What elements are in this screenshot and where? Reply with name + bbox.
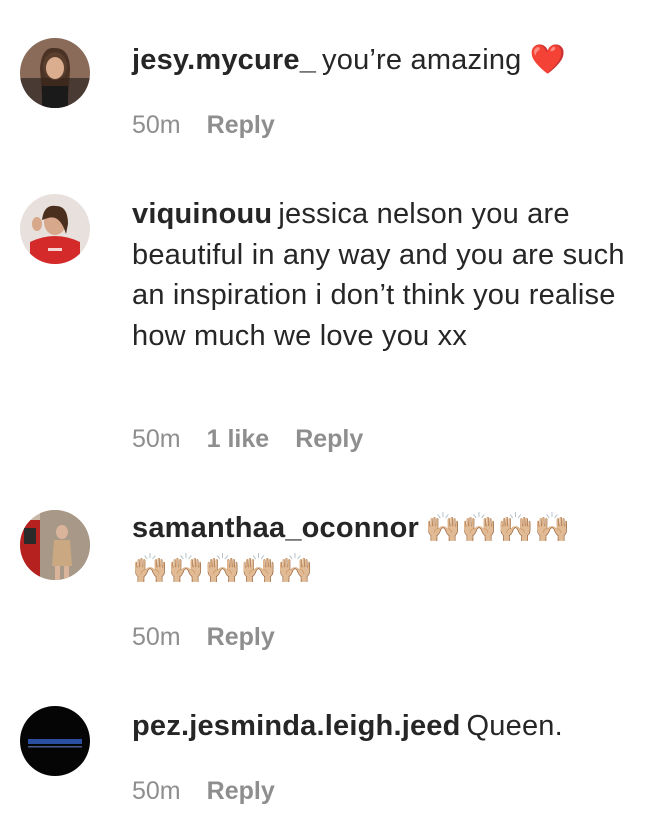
comment-time: 50m	[132, 777, 181, 805]
reply-button[interactable]: Reply	[295, 425, 363, 453]
comment-meta: 50m Reply	[132, 110, 301, 140]
comment-meta: 50m Reply	[132, 776, 301, 806]
raised-hands-emoji: 🙌🏼🙌🏼🙌🏼🙌🏼🙌🏼	[132, 552, 314, 585]
comment-username[interactable]: jesy.mycure_	[132, 44, 316, 76]
reply-button[interactable]: Reply	[207, 777, 275, 805]
comment-meta: 50m 1 like Reply	[132, 424, 389, 454]
avatar[interactable]	[20, 706, 90, 776]
avatar[interactable]	[20, 38, 90, 108]
comment-body: jesy.mycure_ you’re amazing ❤️	[132, 40, 632, 81]
comment-body: pez.jesminda.leigh.jeed Queen.	[132, 706, 632, 747]
raised-hands-emoji: 🙌🏼🙌🏼🙌🏼🙌🏼	[425, 512, 571, 544]
comment-text: you’re amazing	[322, 44, 522, 76]
avatar[interactable]	[20, 194, 90, 264]
comment-username[interactable]: pez.jesminda.leigh.jeed	[132, 710, 461, 742]
comment-time: 50m	[132, 111, 181, 139]
comment-username[interactable]: viquinouu	[132, 198, 272, 230]
avatar[interactable]	[20, 510, 90, 580]
like-count[interactable]: 1 like	[207, 425, 270, 453]
comment-text: Queen.	[466, 710, 563, 742]
heart-emoji: ❤️	[529, 44, 567, 76]
comment-body: samanthaa_oconnor 🙌🏼🙌🏼🙌🏼🙌🏼 🙌🏼🙌🏼🙌🏼🙌🏼🙌🏼	[132, 508, 632, 589]
reply-button[interactable]: Reply	[207, 623, 275, 651]
reply-button[interactable]: Reply	[207, 111, 275, 139]
comment-time: 50m	[132, 623, 181, 651]
comment-username[interactable]: samanthaa_oconnor	[132, 512, 419, 544]
comment-body: viquinouu jessica nelson you are beautifu…	[132, 194, 632, 356]
comment-time: 50m	[132, 425, 181, 453]
comment-meta: 50m Reply	[132, 622, 301, 652]
